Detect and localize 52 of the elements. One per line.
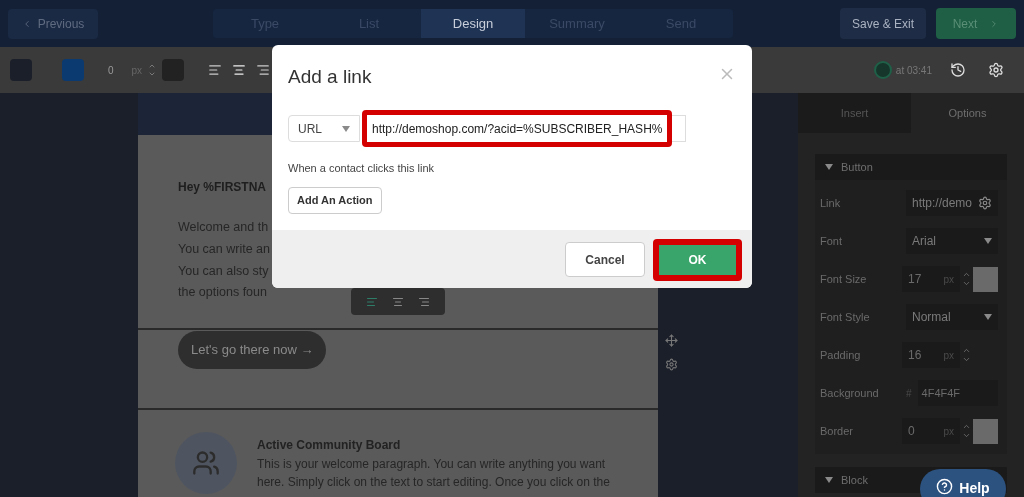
link-type-dropdown[interactable]: URL [288,115,360,142]
align-center-icon[interactable] [232,63,246,77]
feature-title: Active Community Board [257,437,402,454]
option-label: Link [820,195,841,211]
option-label: Padding [820,347,861,363]
history-icon[interactable] [950,62,966,78]
section-header[interactable]: Block [825,471,868,489]
link-field[interactable]: http://demo [906,190,998,216]
help-icon [936,478,954,495]
next-button[interactable]: Next [936,8,1016,39]
option-label: Background [820,385,879,401]
align-center-icon[interactable] [392,295,404,308]
caret-icon [984,314,992,320]
section-header[interactable]: Button [825,158,873,176]
align-right-icon[interactable] [256,63,270,77]
caret-icon [825,164,833,170]
caret-icon [984,238,992,244]
option-label: Font Size [820,271,867,287]
align-left-icon[interactable] [366,295,378,308]
align-left-icon[interactable] [208,63,222,77]
cancel-button[interactable]: Cancel [565,242,645,278]
save-exit-button[interactable]: Save & Exit [840,8,926,39]
caret-icon [825,477,833,483]
step-tab[interactable]: Design [421,9,525,38]
ok-button[interactable]: OK [659,244,736,275]
color-swatch[interactable] [10,59,32,81]
hash-prefix: # [906,386,912,401]
greeting-text: Hey %FIRSTNA [178,179,266,196]
settings-icon[interactable] [665,358,678,371]
save-time: at 03:41 [895,63,932,78]
align-right-icon[interactable] [418,295,430,308]
move-icon[interactable] [665,334,678,347]
cta-button[interactable]: Let's go there now → [178,331,327,369]
color-swatch[interactable] [973,266,998,292]
hex-field[interactable]: 4F4F4F [917,380,998,406]
dropdown[interactable]: Normal [906,304,998,330]
settings-icon[interactable] [978,196,992,210]
previous-button[interactable]: Previous [8,8,98,39]
color-swatch[interactable] [162,59,184,81]
group-icon [192,449,220,477]
option-label: Border [820,423,854,439]
help-button[interactable]: Help [920,469,1006,497]
panel-tab[interactable]: Insert [798,93,911,133]
add-action-button[interactable]: Add An Action [288,186,382,214]
dialog-title: Add a link [288,64,372,89]
hint-text: When a contact clicks this link [287,161,436,176]
option-label: Font Style [820,309,870,325]
color-swatch[interactable] [62,59,84,81]
dropdown[interactable]: Arial [906,228,998,254]
color-swatch[interactable] [973,418,998,444]
option-label: Font [820,233,842,249]
caret-icon [342,125,350,132]
